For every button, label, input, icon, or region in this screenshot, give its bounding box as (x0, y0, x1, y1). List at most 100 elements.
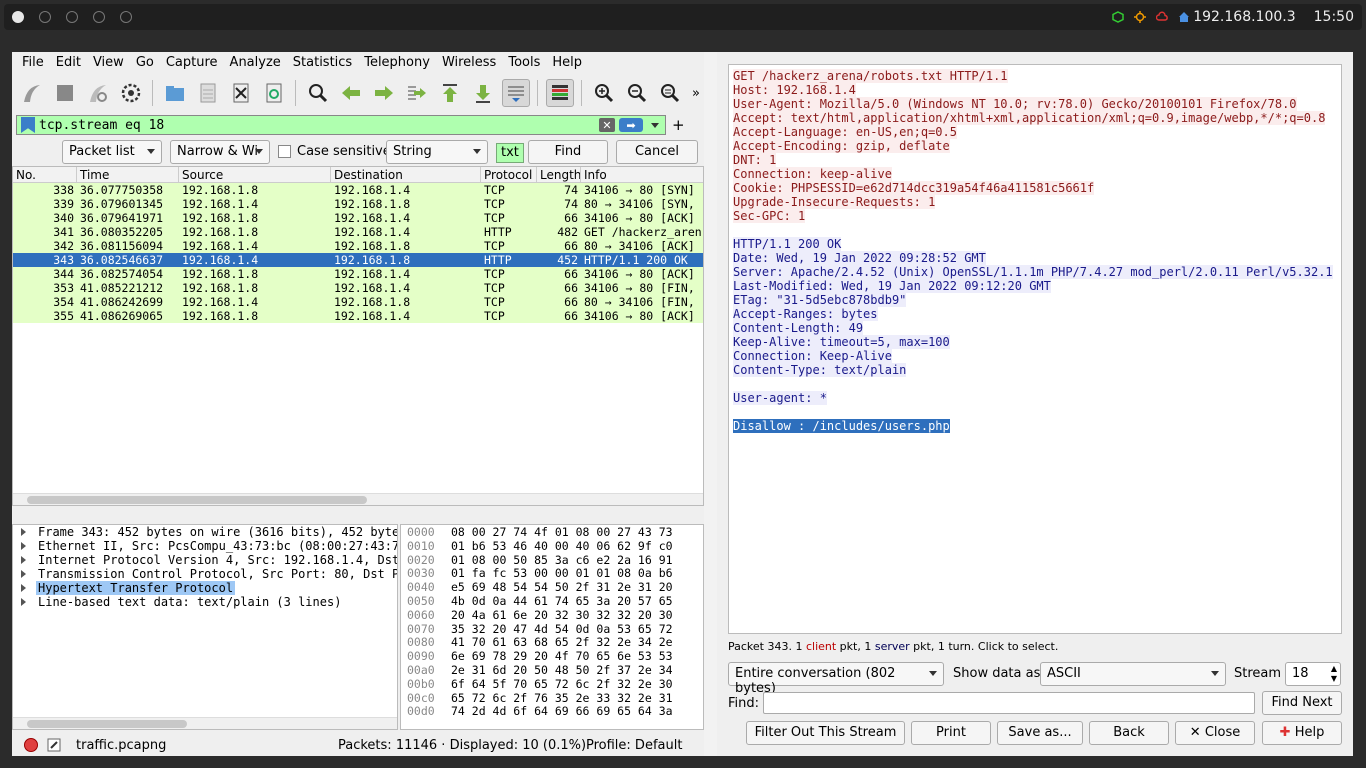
filter-out-stream-button[interactable]: Filter Out This Stream (746, 721, 905, 745)
detail-text-data[interactable]: Line-based text data: text/plain (3 line… (13, 595, 397, 609)
col-source[interactable]: Source (179, 167, 331, 182)
checkbox-box[interactable] (278, 145, 291, 158)
col-destination[interactable]: Destination (331, 167, 481, 182)
workspace-4[interactable] (93, 11, 105, 23)
go-back-icon[interactable] (337, 79, 365, 107)
menu-help[interactable]: Help (552, 55, 582, 70)
packet-list-hscroll[interactable] (13, 493, 703, 505)
clear-filter-icon[interactable]: ✕ (599, 118, 615, 132)
case-sensitive-checkbox[interactable]: Case sensitive (278, 144, 391, 159)
table-row[interactable]: 353 41.085221212 192.168.1.8 192.168.1.4 TCP… (13, 281, 703, 295)
expand-icon[interactable] (21, 528, 26, 536)
conversation-select[interactable]: Entire conversation (802 bytes) (728, 662, 944, 696)
colorize-icon[interactable] (546, 79, 574, 107)
menu-file[interactable]: File (22, 55, 44, 70)
close-file-icon[interactable] (227, 79, 255, 107)
menu-tools[interactable]: Tools (508, 55, 540, 70)
go-forward-icon[interactable] (370, 79, 398, 107)
table-row[interactable]: 344 36.082574054 192.168.1.8 192.168.1.4 TCP… (13, 267, 703, 281)
menu-telephony[interactable]: Telephony (364, 55, 430, 70)
detail-ipv4[interactable]: Internet Protocol Version 4, Src: 192.16… (13, 553, 397, 567)
normal-size-icon[interactable] (656, 79, 684, 107)
find-packet-icon[interactable] (304, 79, 332, 107)
zoom-out-icon[interactable] (623, 79, 651, 107)
col-time[interactable]: Time (77, 167, 179, 182)
bytes-row[interactable]: 0040 e5 69 48 54 54 50 2f 31 2e 31 20 (401, 580, 703, 594)
search-text-input[interactable]: txt (496, 143, 524, 163)
col-info[interactable]: Info (581, 167, 703, 182)
detail-ethernet[interactable]: Ethernet II, Src: PcsCompu_43:73:bc (08:… (13, 539, 397, 553)
zoom-in-icon[interactable] (590, 79, 618, 107)
menu-view[interactable]: View (93, 55, 124, 70)
show-data-as-select[interactable]: ASCII (1040, 662, 1226, 686)
display-filter-bar[interactable]: tcp.stream eq 18 ✕ ➡ (16, 115, 666, 135)
bookmark-icon[interactable] (21, 117, 35, 133)
add-filter-button-icon[interactable]: + (672, 116, 685, 134)
expert-info-icon[interactable] (24, 738, 38, 752)
bytes-row[interactable]: 0050 4b 0d 0a 44 61 74 65 3a 20 57 65 (401, 594, 703, 608)
bytes-row[interactable]: 00c0 65 72 6c 2f 76 35 2e 33 32 2e 31 (401, 691, 703, 705)
toolbar-overflow-icon[interactable]: » (692, 86, 700, 101)
find-button[interactable]: Find (528, 140, 608, 164)
close-button[interactable]: ✕ Close (1175, 721, 1255, 745)
bytes-row[interactable]: 0090 6e 69 78 29 20 4f 70 65 6e 53 53 (401, 649, 703, 663)
workspace-2[interactable] (39, 11, 51, 23)
go-first-icon[interactable] (436, 79, 464, 107)
display-filter-input[interactable]: tcp.stream eq 18 (39, 118, 597, 133)
menu-statistics[interactable]: Statistics (293, 55, 352, 70)
workspace-5[interactable] (120, 11, 132, 23)
stream-find-input[interactable] (763, 692, 1255, 714)
expand-icon[interactable] (21, 570, 26, 578)
col-no[interactable]: No. (13, 167, 77, 182)
packet-details[interactable]: Frame 343: 452 bytes on wire (3616 bits)… (12, 524, 398, 730)
table-row[interactable]: 342 36.081156094 192.168.1.4 192.168.1.8 TCP… (13, 239, 703, 253)
bytes-row[interactable]: 00b0 6f 64 5f 70 65 72 6c 2f 32 2e 30 (401, 677, 703, 691)
menu-analyze[interactable]: Analyze (230, 55, 281, 70)
menu-wireless[interactable]: Wireless (442, 55, 496, 70)
restart-capture-icon[interactable] (84, 79, 112, 107)
cloud-icon[interactable] (1156, 11, 1169, 23)
stream-number-spinbox[interactable]: 18 ▲ ▼ (1285, 662, 1341, 686)
detail-frame[interactable]: Frame 343: 452 bytes on wire (3616 bits)… (13, 525, 397, 539)
start-capture-icon[interactable] (18, 79, 46, 107)
save-file-icon[interactable] (194, 79, 222, 107)
table-row[interactable]: 340 36.079641971 192.168.1.8 192.168.1.4 TCP… (13, 211, 703, 225)
bytes-row[interactable]: 0080 41 70 61 63 68 65 2f 32 2e 34 2e (401, 635, 703, 649)
reload-file-icon[interactable] (260, 79, 288, 107)
go-to-packet-icon[interactable] (403, 79, 431, 107)
profile-label[interactable]: Profile: Default (586, 738, 682, 753)
cube-icon[interactable] (1112, 11, 1124, 23)
bytes-row[interactable]: 0060 20 4a 61 6e 20 32 30 32 32 20 30 (401, 608, 703, 622)
menu-go[interactable]: Go (136, 55, 154, 70)
col-length[interactable]: Length (537, 167, 581, 182)
col-protocol[interactable]: Protocol (481, 167, 537, 182)
open-file-icon[interactable] (161, 79, 189, 107)
char-width-select[interactable]: Narrow & Wi (170, 140, 270, 164)
packet-bytes[interactable]: 0000 08 00 27 74 4f 01 08 00 27 43 73 0010… (400, 524, 704, 730)
bytes-row[interactable]: 00d0 74 2d 4d 6f 64 69 66 69 65 64 3a (401, 704, 703, 718)
workspace-1[interactable] (12, 11, 24, 23)
bytes-row[interactable]: 00a0 2e 31 6d 20 50 48 50 2f 37 2e 34 (401, 663, 703, 677)
detail-http[interactable]: Hypertext Transfer Protocol (13, 581, 397, 595)
back-button[interactable]: Back (1089, 721, 1169, 745)
packet-list[interactable]: No. Time Source Destination Protocol Len… (12, 166, 704, 506)
expand-icon[interactable] (21, 598, 26, 606)
apply-filter-icon[interactable]: ➡ (619, 118, 643, 132)
bytes-row[interactable]: 0000 08 00 27 74 4f 01 08 00 27 43 73 (401, 525, 703, 539)
table-row[interactable]: 341 36.080352205 192.168.1.8 192.168.1.4 HTT… (13, 225, 703, 239)
stream-content[interactable]: GET /hackerz_arena/robots.txt HTTP/1.1 Ho… (728, 64, 1342, 634)
find-next-button[interactable]: Find Next (1262, 691, 1342, 715)
print-button[interactable]: Print (911, 721, 991, 745)
go-last-icon[interactable] (469, 79, 497, 107)
capture-options-icon[interactable] (117, 79, 145, 107)
edit-comment-icon[interactable] (46, 737, 62, 753)
expand-icon[interactable] (21, 584, 26, 592)
expand-icon[interactable] (21, 556, 26, 564)
spin-arrows-icon[interactable]: ▲ ▼ (1331, 664, 1337, 684)
cancel-button[interactable]: Cancel (616, 140, 698, 164)
bytes-row[interactable]: 0030 01 fa fc 53 00 00 01 01 08 0a b6 (401, 566, 703, 580)
target-icon[interactable] (1134, 11, 1147, 23)
table-row[interactable]: 338 36.077750358 192.168.1.8 192.168.1.4 TCP… (13, 183, 703, 197)
bytes-row[interactable]: 0070 35 32 20 47 4d 54 0d 0a 53 65 72 (401, 622, 703, 636)
filter-history-icon[interactable] (647, 118, 663, 132)
